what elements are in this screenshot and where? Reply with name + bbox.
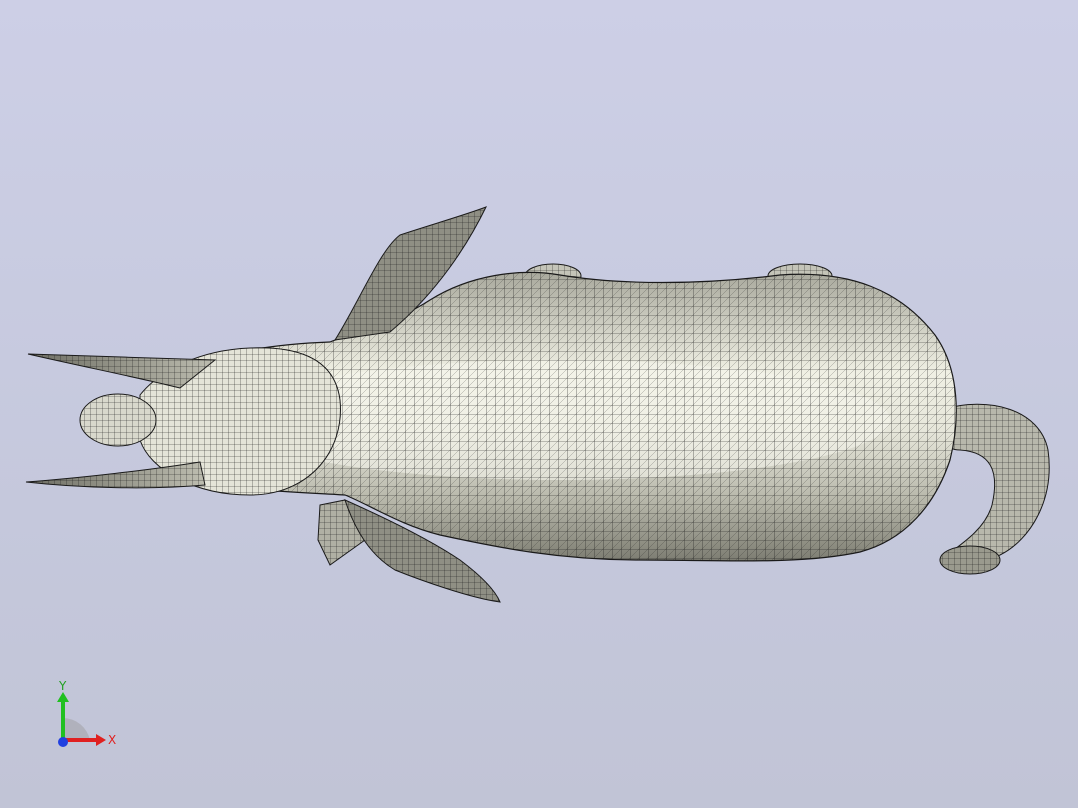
3d-viewport[interactable]: Y X (0, 0, 1078, 808)
y-axis-label: Y (58, 680, 67, 693)
mesh-model[interactable] (0, 0, 1078, 808)
x-axis-arrowhead (96, 734, 106, 746)
triad-plane-fill (63, 718, 90, 740)
z-axis-dot (58, 737, 68, 747)
y-axis-arrowhead (57, 692, 69, 702)
x-axis-label: X (108, 733, 116, 747)
tail (939, 403, 1050, 569)
orientation-triad[interactable]: Y X (40, 680, 130, 760)
